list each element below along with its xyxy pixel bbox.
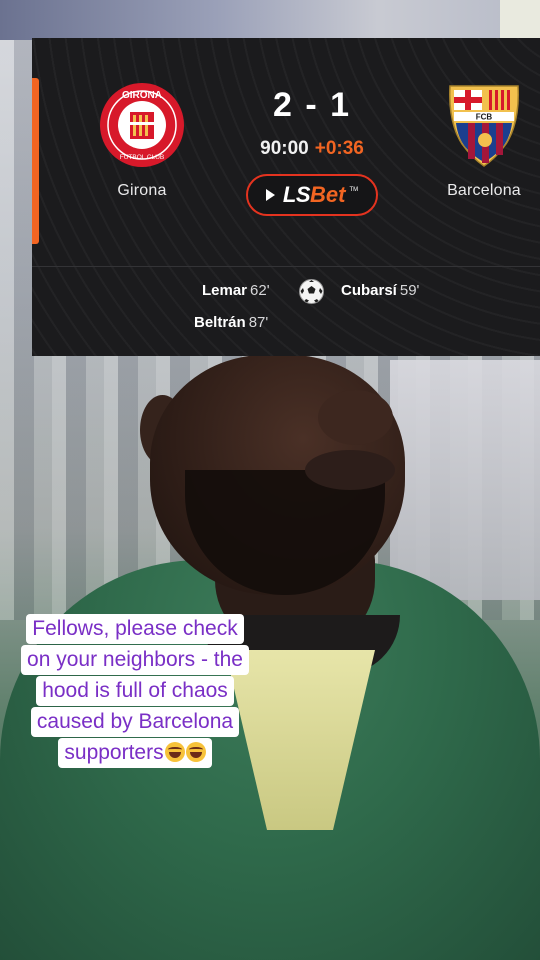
match-clock-time: 90:00 xyxy=(260,138,309,159)
home-scorer: Beltrán 87' xyxy=(194,314,268,331)
person-lips xyxy=(305,450,395,490)
home-team-name: Girona xyxy=(117,182,167,199)
caption-line: Fellows, please check xyxy=(26,614,244,644)
home-scorer-name: Lemar xyxy=(202,282,248,299)
scoreboard-divider xyxy=(32,266,540,267)
caption-line: hood is full of chaos xyxy=(36,676,234,706)
home-scorer-minute: 62' xyxy=(250,282,270,299)
home-scorer: Lemar 62' xyxy=(202,282,270,299)
girona-crest-label: GIRONA xyxy=(122,90,162,101)
away-scorer: Cubarsí 59' xyxy=(341,282,419,299)
girona-crest-icon: GIRONA FUTBOL CLUB xyxy=(97,80,187,170)
barcelona-crest-icon: FCB xyxy=(439,80,529,170)
away-team: FCB Barcelona xyxy=(414,80,540,200)
caption-line-text: supporters xyxy=(64,741,164,764)
home-scorer-minute: 87' xyxy=(248,314,269,331)
home-team: GIRONA FUTBOL CLUB Girona xyxy=(72,80,212,200)
caption-line: on your neighbors - the xyxy=(21,645,249,675)
sponsor-name-bet: Bet xyxy=(310,182,346,207)
girona-crest-sublabel: FUTBOL CLUB xyxy=(120,154,165,161)
accent-bar xyxy=(32,78,39,244)
match-scoreboard: GIRONA FUTBOL CLUB Girona 2 - 1 90:00 +0:… xyxy=(32,38,540,356)
match-score: 2 - 1 xyxy=(272,86,352,124)
barcelona-crest-label: FCB xyxy=(476,113,493,122)
caption-line-last: supporters xyxy=(58,738,212,768)
match-clock: 90:00 +0:36 xyxy=(212,138,412,160)
sponsor-watch-button[interactable]: LS Bet TM xyxy=(246,174,378,216)
caption-line: caused by Barcelona xyxy=(30,707,240,737)
football-icon xyxy=(299,279,324,304)
away-team-name: Barcelona xyxy=(447,182,521,199)
person-nose xyxy=(318,390,393,445)
away-scorer-minute: 59' xyxy=(399,282,420,299)
laughing-tears-emoji-icon xyxy=(164,742,185,762)
laughing-tears-emoji-icon xyxy=(185,742,206,762)
top-blurred-strip xyxy=(0,0,540,40)
wall-background xyxy=(390,360,540,600)
home-scorer-name: Beltrán xyxy=(194,314,246,331)
sponsor-name-ls: LS xyxy=(282,182,311,207)
sponsor-trademark: TM xyxy=(349,187,359,193)
video-caption: Fellows, please check on your neighbors … xyxy=(0,614,270,768)
play-icon xyxy=(265,189,275,201)
added-time: +0:36 xyxy=(314,138,364,159)
away-scorer-name: Cubarsí xyxy=(341,282,397,299)
top-right-strip xyxy=(500,0,540,40)
